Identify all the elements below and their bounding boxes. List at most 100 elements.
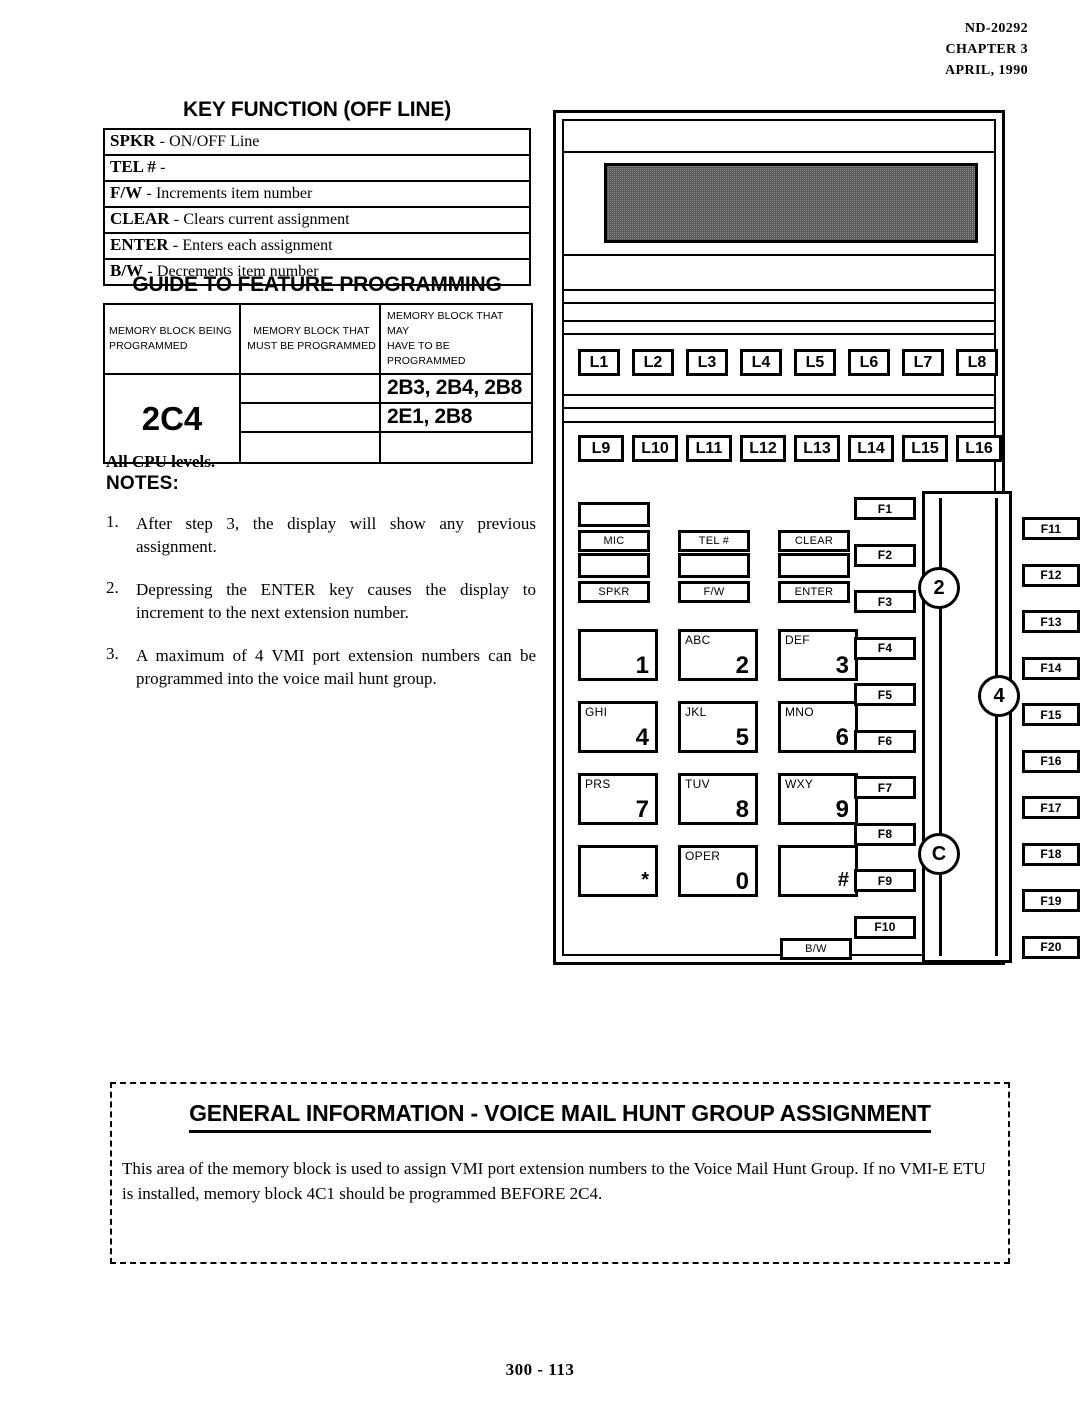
- function-key-f11[interactable]: F11: [1022, 517, 1080, 540]
- enter-key[interactable]: [778, 553, 850, 578]
- function-key-f1[interactable]: F1: [854, 497, 916, 520]
- key-function-cell: TEL # -: [104, 155, 530, 182]
- guide-must-cell: [239, 402, 381, 433]
- keypad-key-digit: 8: [735, 796, 749, 823]
- function-key-clear-label[interactable]: CLEAR: [778, 530, 850, 552]
- line-key-l13[interactable]: L13: [794, 435, 840, 462]
- key-function-title: KEY FUNCTION (OFF LINE): [182, 98, 451, 121]
- phone-body: L1 L2 L3 L4 L5 L6 L7 L8 L9 L10 L11 L12 L13 L14 L15 L16…: [562, 119, 1080, 963]
- keypad-key-pound[interactable]: #: [778, 845, 858, 897]
- line-key-l7[interactable]: L7: [902, 349, 944, 376]
- phone-divider: [564, 302, 994, 304]
- phone-divider: [564, 394, 994, 396]
- line-key-l10[interactable]: L10: [632, 435, 678, 462]
- key-function-description: ON/OFF Line: [169, 133, 260, 150]
- keypad-key-9[interactable]: WXY 9: [778, 773, 858, 825]
- keypad-key-5[interactable]: JKL 5: [678, 701, 758, 753]
- function-key-f9[interactable]: F9: [854, 869, 916, 892]
- page-footer: 300 - 113: [505, 1360, 575, 1379]
- keypad-key-1[interactable]: 1: [578, 629, 658, 681]
- function-key-f2[interactable]: F2: [854, 543, 916, 567]
- note-text: Depressing the ENTER key causes the disp…: [136, 580, 536, 622]
- line-key-l6[interactable]: L6: [848, 349, 890, 376]
- function-key-f18[interactable]: F18: [1022, 842, 1080, 866]
- function-key-f4[interactable]: F4: [854, 636, 916, 660]
- guide-may-cell: 2B3, 2B4, 2B8: [379, 373, 533, 404]
- guide-may-cell: [379, 431, 533, 464]
- function-key-f7[interactable]: F7: [854, 776, 916, 799]
- guide-header-cell-3: MEMORY BLOCK THAT MAY HAVE TO BE PROGRAM…: [379, 303, 533, 375]
- keypad-key-letters: ABC: [685, 633, 711, 647]
- keypad-key-digit: 5: [735, 724, 749, 751]
- key-function-dash: -: [172, 237, 179, 254]
- keypad-key-4[interactable]: GHI 4: [578, 701, 658, 753]
- line-key-l11[interactable]: L11: [686, 435, 732, 462]
- guide-header-row: MEMORY BLOCK BEING PROGRAMMED MEMORY BLO…: [103, 303, 533, 375]
- guide-may-cell: 2E1, 2B8: [379, 402, 533, 433]
- line-key-l9[interactable]: L9: [578, 435, 624, 462]
- keypad-key-7[interactable]: PRS 7: [578, 773, 658, 825]
- callout-marker-2: 2: [918, 567, 960, 609]
- phone-divider: [564, 254, 994, 256]
- function-key-f3[interactable]: F3: [854, 590, 916, 613]
- function-key-f15[interactable]: F15: [1022, 703, 1080, 726]
- function-key-f13[interactable]: F13: [1022, 610, 1080, 633]
- line-key-l8[interactable]: L8: [956, 349, 998, 376]
- line-key-l3[interactable]: L3: [686, 349, 728, 376]
- function-key-f8[interactable]: F8: [854, 822, 916, 846]
- function-key-f10[interactable]: F10: [854, 915, 916, 939]
- bw-key-label[interactable]: B/W: [780, 938, 852, 960]
- line-key-l4[interactable]: L4: [740, 349, 782, 376]
- function-key-f19[interactable]: F19: [1022, 889, 1080, 912]
- function-key-f14[interactable]: F14: [1022, 656, 1080, 680]
- notes-list: 1. After step 3, the display will show an…: [106, 512, 536, 710]
- note-item: 3. A maximum of 4 VMI port extension numb…: [106, 644, 536, 690]
- general-information-title: GENERAL INFORMATION - VOICE MAIL HUNT GR…: [112, 1100, 1008, 1133]
- keypad-key-6[interactable]: MNO 6: [778, 701, 858, 753]
- function-key-tel-label[interactable]: TEL #: [678, 530, 750, 552]
- function-key-f6[interactable]: F6: [854, 729, 916, 753]
- function-key-f16[interactable]: F16: [1022, 749, 1080, 773]
- function-key-f12[interactable]: F12: [1022, 563, 1080, 587]
- keypad-key-digit: 9: [835, 796, 849, 823]
- keypad-key-digit: 0: [735, 868, 749, 895]
- key-function-key: ENTER: [110, 235, 169, 254]
- fw-key[interactable]: [678, 553, 750, 578]
- line-key-l5[interactable]: L5: [794, 349, 836, 376]
- line-key-l2[interactable]: L2: [632, 349, 674, 376]
- function-key-f5[interactable]: F5: [854, 683, 916, 706]
- function-key-f17[interactable]: F17: [1022, 796, 1080, 819]
- line-key-l12[interactable]: L12: [740, 435, 786, 462]
- function-key-spkr-label[interactable]: SPKR: [578, 581, 650, 603]
- keypad-key-3[interactable]: DEF 3: [778, 629, 858, 681]
- key-function-dash: -: [159, 133, 165, 150]
- function-key-fw-label[interactable]: F/W: [678, 581, 750, 603]
- keypad-key-star[interactable]: *: [578, 845, 658, 897]
- key-function-cell: CLEAR - Clears current assignment: [104, 207, 530, 234]
- keypad-key-digit: 1: [635, 652, 649, 679]
- mic-key[interactable]: [578, 502, 650, 527]
- key-function-row: SPKR - ON/OFF Line: [104, 129, 530, 156]
- keypad-key-2[interactable]: ABC 2: [678, 629, 758, 681]
- function-key-mic-label[interactable]: MIC: [578, 530, 650, 552]
- note-text: A maximum of 4 VMI port extension number…: [136, 646, 536, 688]
- callout-marker-4: 4: [978, 675, 1020, 717]
- keypad-key-digit: 4: [635, 724, 649, 751]
- function-key-enter-label[interactable]: ENTER: [778, 581, 850, 603]
- line-key-l1[interactable]: L1: [578, 349, 620, 376]
- phone-divider: [564, 151, 994, 153]
- guide-header-cell-2: MEMORY BLOCK THAT MUST BE PROGRAMMED: [239, 303, 381, 375]
- document-header: ND-20292 CHAPTER 3 APRIL, 1990: [945, 18, 1028, 81]
- guide-row: 2C4 2B3, 2B4, 2B8: [103, 373, 533, 464]
- line-key-l14[interactable]: L14: [848, 435, 894, 462]
- line-key-l16[interactable]: L16: [956, 435, 1002, 462]
- keypad-key-digit: 3: [835, 652, 849, 679]
- keypad-key-0[interactable]: OPER 0: [678, 845, 758, 897]
- key-function-row: CLEAR - Clears current assignment: [104, 207, 530, 234]
- spkr-key[interactable]: [578, 553, 650, 578]
- key-function-dash: -: [160, 159, 166, 176]
- keypad-key-8[interactable]: TUV 8: [678, 773, 758, 825]
- function-key-f20[interactable]: F20: [1022, 935, 1080, 959]
- line-key-l15[interactable]: L15: [902, 435, 948, 462]
- note-number: 2.: [106, 578, 119, 597]
